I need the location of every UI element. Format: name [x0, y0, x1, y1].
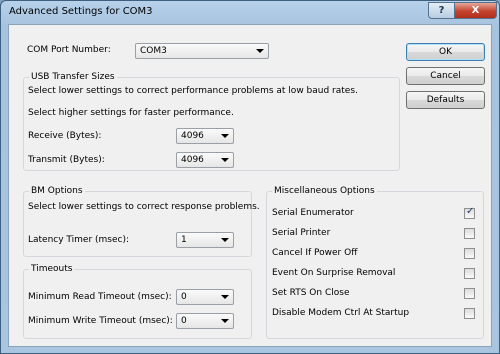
com-port-label: COM Port Number: — [27, 45, 111, 55]
option-label: Serial Enumerator — [272, 208, 354, 218]
cancel-button[interactable]: Cancel — [406, 67, 485, 85]
com-port-select[interactable]: COM3 — [135, 43, 269, 59]
receive-value: 4096 — [181, 131, 204, 141]
chevron-down-icon — [221, 238, 229, 242]
read-timeout-label: Minimum Read Timeout (msec): — [28, 292, 172, 302]
bm-options-group: BM Options Select lower settings to corr… — [23, 186, 260, 257]
serial-enumerator-checkbox[interactable]: ✓ — [464, 206, 475, 219]
dialog-client-area: COM Port Number: COM3 USB Transfer Sizes… — [8, 24, 492, 347]
receive-select[interactable]: 4096 — [176, 128, 234, 144]
com-port-value: COM3 — [140, 46, 167, 56]
latency-value: 1 — [181, 235, 187, 245]
usb-note-higher: Select higher settings for faster perfor… — [28, 108, 234, 118]
option-label: Disable Modem Ctrl At Startup — [272, 308, 410, 318]
chevron-down-icon — [256, 49, 264, 53]
write-timeout-label: Minimum Write Timeout (msec): — [28, 316, 173, 326]
ok-button[interactable]: OK — [406, 43, 485, 61]
bm-note: Select lower settings to correct respons… — [28, 202, 260, 212]
disable-modem-ctrl-checkbox[interactable] — [464, 308, 475, 319]
usb-transfer-group: USB Transfer Sizes Select lower settings… — [23, 72, 400, 171]
cancel-if-power-off-checkbox[interactable] — [464, 248, 475, 259]
defaults-button[interactable]: Defaults — [406, 91, 485, 109]
option-label: Cancel If Power Off — [272, 248, 358, 258]
latency-select[interactable]: 1 — [176, 232, 234, 248]
close-button[interactable]: X — [454, 2, 497, 19]
help-button[interactable]: ? — [428, 2, 455, 19]
set-rts-on-close-checkbox[interactable] — [464, 288, 475, 299]
bm-options-legend: BM Options — [29, 186, 85, 196]
chevron-down-icon — [221, 295, 229, 299]
usb-note-lower: Select lower settings to correct perform… — [28, 86, 358, 96]
transmit-value: 4096 — [181, 155, 204, 165]
title-bar[interactable]: Advanced Settings for COM3 ? X — [1, 1, 499, 23]
event-on-surprise-removal-checkbox[interactable] — [464, 268, 475, 279]
chevron-down-icon — [221, 134, 229, 138]
read-timeout-value: 0 — [181, 292, 187, 302]
checkmark-icon: ✓ — [466, 206, 475, 217]
serial-printer-checkbox[interactable] — [464, 228, 475, 239]
window-title: Advanced Settings for COM3 — [9, 6, 153, 17]
option-label: Serial Printer — [272, 228, 331, 238]
chevron-down-icon — [221, 158, 229, 162]
misc-options-legend: Miscellaneous Options — [272, 186, 377, 196]
usb-transfer-legend: USB Transfer Sizes — [29, 72, 117, 82]
chevron-down-icon — [221, 319, 229, 323]
receive-label: Receive (Bytes): — [28, 131, 102, 141]
timeouts-group: Timeouts Minimum Read Timeout (msec): 0 … — [23, 264, 252, 339]
option-label: Set RTS On Close — [272, 288, 350, 298]
transmit-select[interactable]: 4096 — [176, 152, 234, 168]
timeouts-legend: Timeouts — [29, 264, 75, 274]
dialog-window: Advanced Settings for COM3 ? X COM Port … — [0, 0, 500, 354]
write-timeout-select[interactable]: 0 — [176, 313, 234, 329]
latency-label: Latency Timer (msec): — [28, 235, 130, 245]
transmit-label: Transmit (Bytes): — [28, 155, 105, 165]
option-label: Event On Surprise Removal — [272, 268, 396, 278]
read-timeout-select[interactable]: 0 — [176, 289, 234, 305]
write-timeout-value: 0 — [181, 316, 187, 326]
